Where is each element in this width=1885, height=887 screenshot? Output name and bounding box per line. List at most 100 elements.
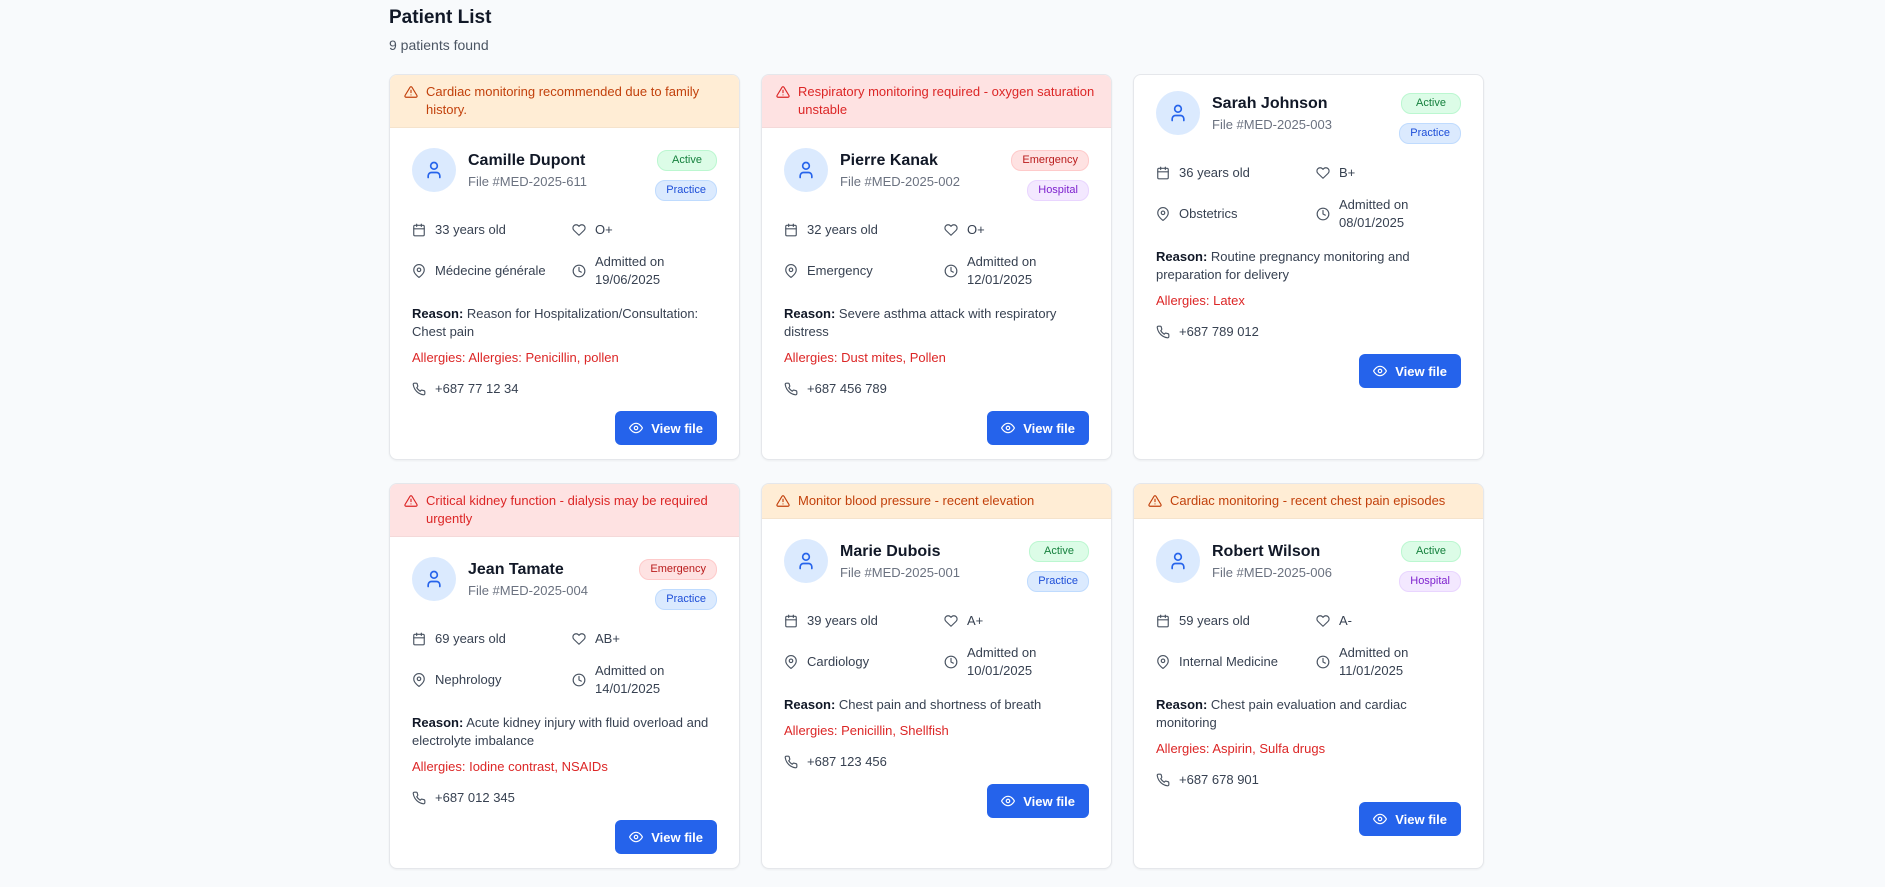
phone-number: +687 123 456 <box>807 754 887 769</box>
patient-card: Critical kidney function - dialysis may … <box>389 483 740 869</box>
admission-date: Admitted on 10/01/2025 <box>967 645 1037 678</box>
admission-date: Admitted on 08/01/2025 <box>1339 197 1409 230</box>
allergies: Allergies: Allergies: Penicillin, pollen <box>412 349 717 367</box>
alert-text: Respiratory monitoring required - oxygen… <box>798 84 1095 117</box>
avatar <box>1156 91 1200 135</box>
view-file-button[interactable]: View file <box>615 820 717 854</box>
allergies-text: Dust mites, Pollen <box>841 350 946 365</box>
allergies: Allergies: Aspirin, Sulfa drugs <box>1156 740 1461 758</box>
age: 69 years old <box>435 631 506 646</box>
department: Nephrology <box>435 672 502 687</box>
calendar-icon <box>412 632 426 646</box>
allergies-text: Aspirin, Sulfa drugs <box>1212 741 1326 756</box>
alert-banner: Critical kidney function - dialysis may … <box>390 484 739 537</box>
patient-count: 9 patients found <box>389 37 489 53</box>
heart-icon <box>1316 166 1330 180</box>
view-file-label: View file <box>1395 811 1447 827</box>
patient-name: Sarah Johnson <box>1212 95 1328 112</box>
clock-icon <box>572 264 586 278</box>
phone-number: +687 678 901 <box>1179 772 1259 787</box>
avatar <box>1156 539 1200 583</box>
view-file-button[interactable]: View file <box>1359 354 1461 388</box>
allergies-label: Allergies: <box>784 350 838 365</box>
heart-icon <box>944 614 958 628</box>
view-file-button[interactable]: View file <box>987 784 1089 818</box>
phone: +687 123 456 <box>784 754 1089 769</box>
alert-text: Cardiac monitoring recommended due to fa… <box>426 84 700 117</box>
reason: Reason: Acute kidney injury with fluid o… <box>412 714 717 750</box>
reason: Reason: Routine pregnancy monitoring and… <box>1156 248 1461 284</box>
reason: Reason: Chest pain evaluation and cardia… <box>1156 696 1461 732</box>
phone-number: +687 77 12 34 <box>435 381 519 396</box>
alert-banner: Monitor blood pressure - recent elevatio… <box>762 484 1111 519</box>
avatar <box>784 148 828 192</box>
department: Internal Medicine <box>1179 654 1278 669</box>
user-icon <box>1168 551 1188 571</box>
phone-number: +687 012 345 <box>435 790 515 805</box>
view-file-button[interactable]: View file <box>1359 802 1461 836</box>
allergies-label: Allergies: <box>412 350 466 365</box>
phone-number: +687 456 789 <box>807 381 887 396</box>
admission-date: Admitted on 14/01/2025 <box>595 663 665 696</box>
calendar-icon <box>784 223 798 237</box>
patient-list-page: Patient List 9 patients found Cardiac mo… <box>389 0 1485 869</box>
allergies-label: Allergies: <box>1156 741 1210 756</box>
patient-name: Pierre Kanak <box>840 152 938 169</box>
phone-icon <box>784 755 798 769</box>
view-file-button[interactable]: View file <box>987 411 1089 445</box>
status-badge: Active <box>1029 541 1089 562</box>
location-pin-icon <box>412 673 426 687</box>
clock-icon <box>944 655 958 669</box>
department: Cardiology <box>807 654 870 669</box>
phone: +687 012 345 <box>412 790 717 805</box>
alert-text: Cardiac monitoring - recent chest pain e… <box>1170 493 1446 508</box>
allergies-label: Allergies: <box>412 759 466 774</box>
admission-date: Admitted on 11/01/2025 <box>1339 645 1409 678</box>
reason: Reason: Chest pain and shortness of brea… <box>784 696 1089 714</box>
department: Médecine générale <box>435 263 546 278</box>
phone: +687 456 789 <box>784 381 1089 396</box>
admission-date: Admitted on 12/01/2025 <box>967 254 1037 287</box>
allergies-label: Allergies: <box>784 723 838 738</box>
phone: +687 789 012 <box>1156 324 1461 339</box>
allergies: Allergies: Latex <box>1156 292 1461 310</box>
calendar-icon <box>1156 166 1170 180</box>
warning-triangle-icon <box>1148 494 1162 508</box>
blood-type: AB+ <box>595 631 620 646</box>
view-file-label: View file <box>651 829 703 845</box>
patient-name: Jean Tamate <box>468 561 564 578</box>
user-icon <box>424 569 444 589</box>
type-badge: Hospital <box>1027 180 1089 201</box>
alert-text: Critical kidney function - dialysis may … <box>426 493 708 526</box>
avatar <box>784 539 828 583</box>
eye-icon <box>1373 364 1388 378</box>
status-badge: Emergency <box>1011 150 1089 171</box>
type-badge: Practice <box>655 180 717 201</box>
calendar-icon <box>412 223 426 237</box>
clock-icon <box>572 673 586 687</box>
blood-type: A+ <box>967 613 984 628</box>
reason: Reason: Reason for Hospitalization/Consu… <box>412 305 717 341</box>
heart-icon <box>572 632 586 646</box>
user-icon <box>1168 103 1188 123</box>
age: 32 years old <box>807 222 878 237</box>
allergies: Allergies: Iodine contrast, NSAIDs <box>412 758 717 776</box>
clock-icon <box>944 264 958 278</box>
location-pin-icon <box>412 264 426 278</box>
phone-icon <box>1156 325 1170 339</box>
allergies-text: Allergies: Penicillin, pollen <box>468 350 619 365</box>
view-file-button[interactable]: View file <box>615 411 717 445</box>
file-number: File #MED-2025-611 <box>468 174 587 189</box>
phone-icon <box>412 791 426 805</box>
avatar <box>412 148 456 192</box>
eye-icon <box>629 830 644 844</box>
patient-name: Robert Wilson <box>1212 543 1321 560</box>
phone-number: +687 789 012 <box>1179 324 1259 339</box>
alert-banner: Respiratory monitoring required - oxygen… <box>762 75 1111 128</box>
reason-label: Reason: <box>1156 249 1208 264</box>
view-file-label: View file <box>1395 363 1447 379</box>
alert-banner: Cardiac monitoring - recent chest pain e… <box>1134 484 1483 519</box>
age: 36 years old <box>1179 165 1250 180</box>
phone: +687 77 12 34 <box>412 381 717 396</box>
patient-card: Sarah Johnson File #MED-2025-003 Active … <box>1133 74 1484 460</box>
